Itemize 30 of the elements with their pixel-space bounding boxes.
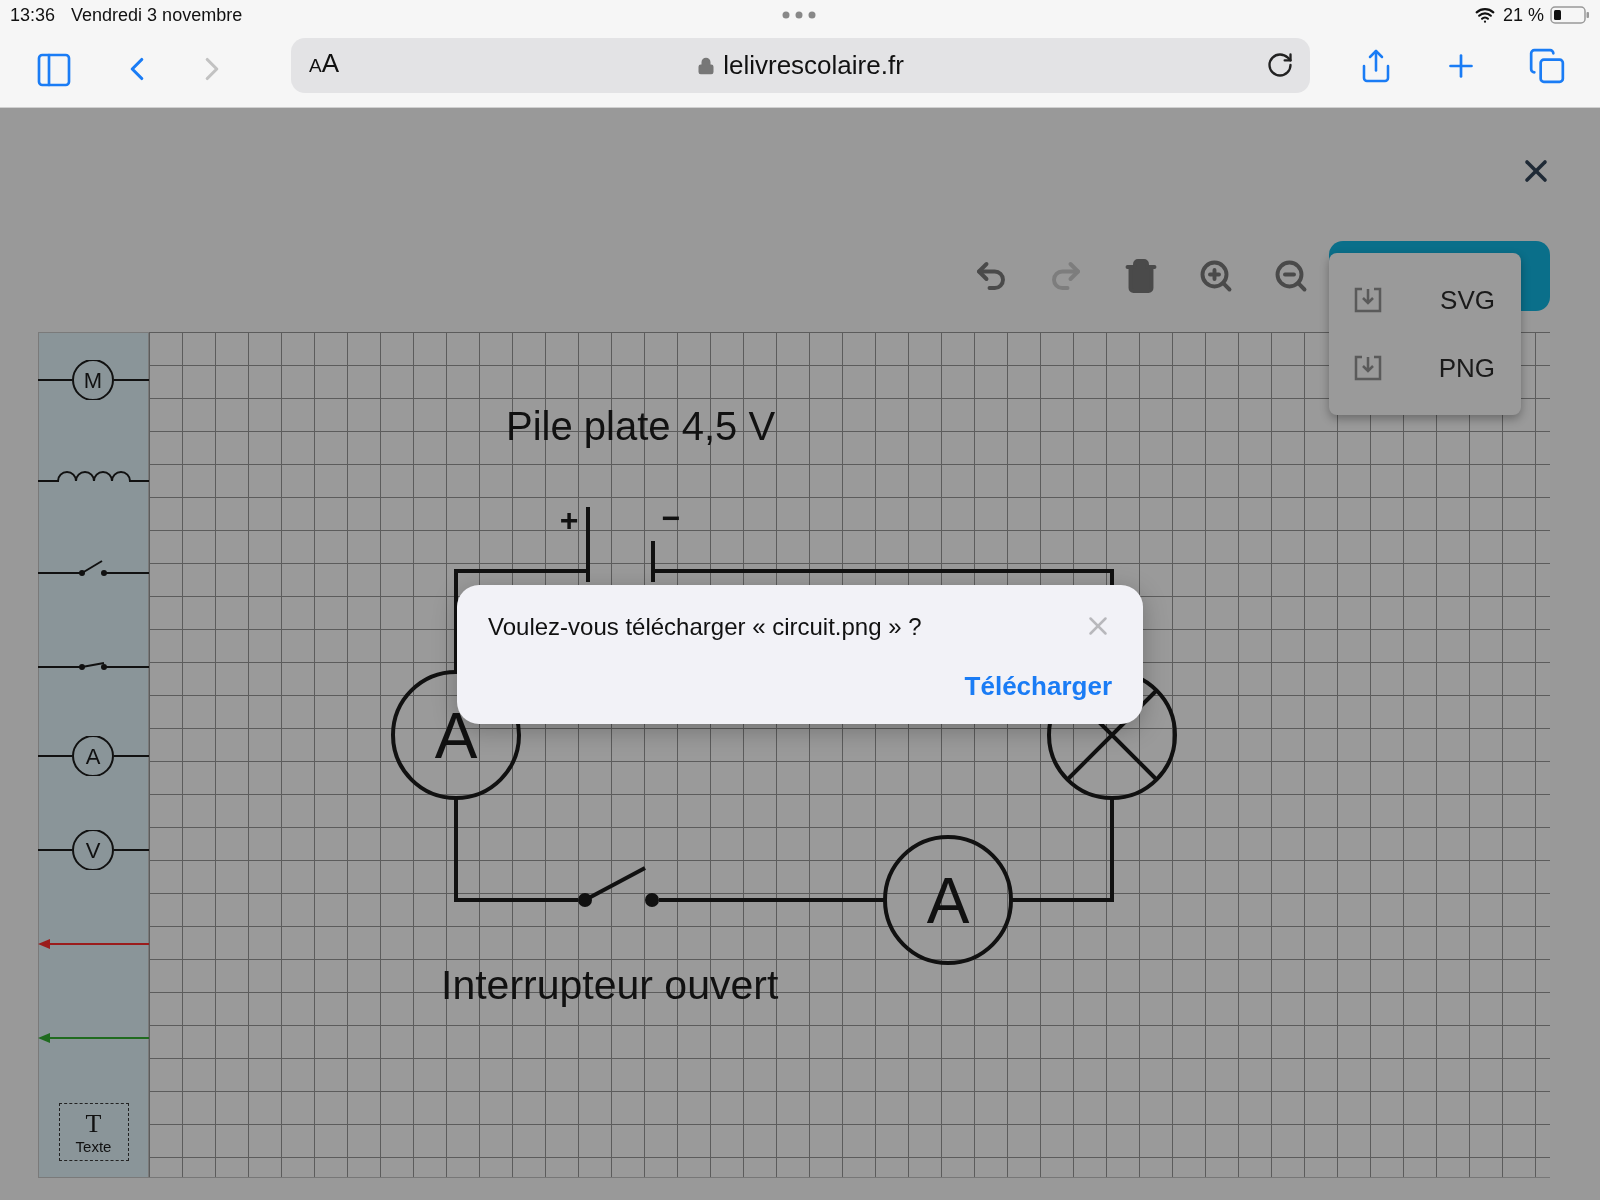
url-text: lelivrescolaire.fr <box>723 49 904 82</box>
reader-button[interactable]: AA <box>309 50 340 76</box>
clock: 13:36 <box>10 3 56 27</box>
circuit-label: Interrupteur ouvert <box>441 962 779 1008</box>
dialog-message: Voulez-vous télécharger « circuit.png » ? <box>488 612 922 642</box>
address-bar[interactable]: AA lelivrescolaire.fr <box>291 38 1310 93</box>
text-tool[interactable]: T Texte <box>58 1103 129 1161</box>
download-icon <box>1353 286 1383 314</box>
zoom-in-icon[interactable] <box>1198 258 1234 294</box>
zoom-out-icon[interactable] <box>1273 258 1309 294</box>
date: Vendredi 3 novembre <box>71 3 243 27</box>
lock-icon <box>697 56 716 75</box>
minus-sign: − <box>661 500 681 536</box>
open-switch-symbol[interactable] <box>38 558 149 578</box>
battery-icon <box>1550 6 1590 24</box>
export-menu-item[interactable]: PNG <box>1329 342 1521 394</box>
circuit-label: Pile plate 4,5 V <box>506 404 776 448</box>
export-menu-item[interactable]: SVG <box>1329 274 1521 326</box>
tabs-icon[interactable] <box>1528 47 1566 85</box>
wifi-icon <box>1474 5 1495 25</box>
download-button[interactable]: Télécharger <box>964 667 1112 706</box>
arrow-symbol[interactable] <box>38 1032 149 1044</box>
download-icon <box>1353 354 1383 382</box>
arrow-symbol[interactable] <box>38 938 149 950</box>
trash-icon[interactable] <box>1123 258 1159 294</box>
ammeter-symbol: A <box>883 835 1013 965</box>
reload-icon[interactable] <box>1266 51 1294 79</box>
battery-percentage: 21 % <box>1502 3 1544 27</box>
plus-sign: + <box>559 502 579 538</box>
more-dots-icon <box>782 11 816 19</box>
